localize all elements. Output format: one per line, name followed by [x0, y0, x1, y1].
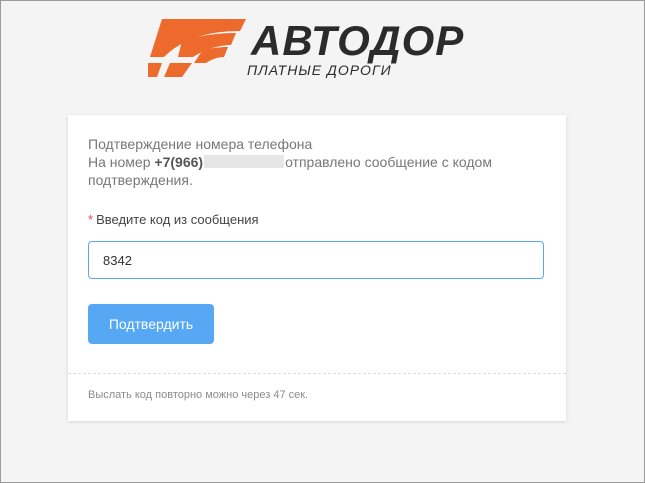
- brand-subtitle: ПЛАТНЫЕ ДОРОГИ: [247, 62, 392, 78]
- code-input[interactable]: [88, 241, 544, 279]
- resend-timer-note: Выслать код повторно можно через 47 сек.: [88, 389, 309, 401]
- masked-phone-digits: [204, 155, 285, 168]
- sent-message: На номер +7(966) отправлено сообщение с к…: [88, 153, 558, 189]
- confirm-button[interactable]: Подтвердить: [88, 304, 214, 344]
- page-frame: АВТОДОР ПЛАТНЫЕ ДОРОГИ Подтверждение ном…: [0, 0, 645, 483]
- card-title: Подтверждение номера телефона: [88, 136, 313, 152]
- brand-logo: АВТОДОР ПЛАТНЫЕ ДОРОГИ: [148, 17, 493, 82]
- required-mark: *: [88, 212, 94, 227]
- brand-name: АВТОДОР: [251, 17, 465, 64]
- code-field-label: * Введите код из сообщения: [88, 212, 259, 228]
- phone-confirmation-card: Подтверждение номера телефона На номер +…: [68, 115, 566, 421]
- phone-number: +7(966): [154, 154, 204, 170]
- message-prefix: На номер: [88, 154, 151, 170]
- road-stripes-logo-icon: [148, 19, 246, 77]
- divider: [68, 373, 566, 374]
- code-field-label-text: Введите код из сообщения: [96, 212, 259, 227]
